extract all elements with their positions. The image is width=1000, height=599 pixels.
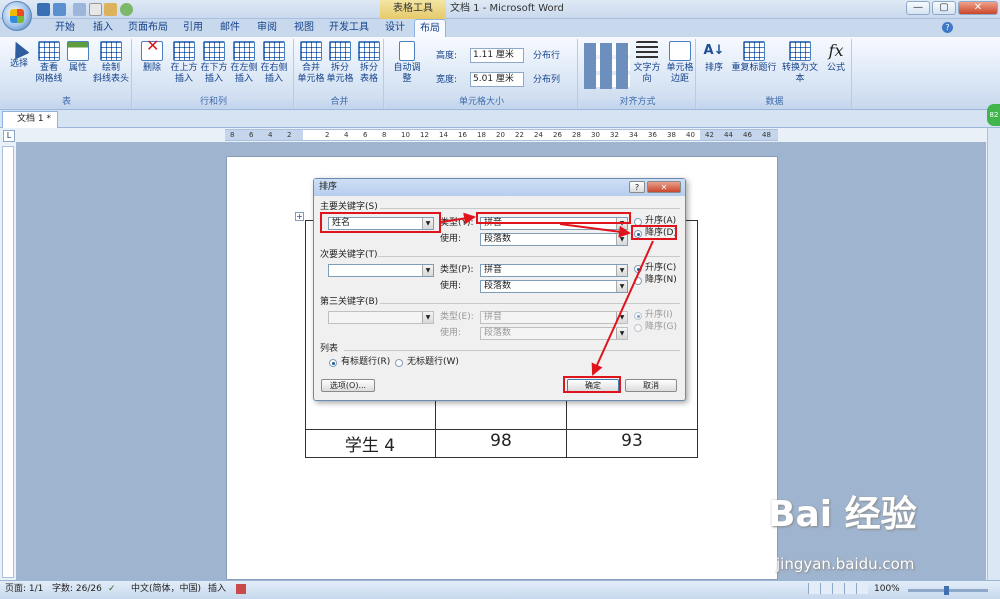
zoom-slider-thumb[interactable] [944,586,949,595]
status-zoom[interactable]: 100% [874,583,900,595]
status-insert-mode[interactable]: 插入 [208,583,226,595]
status-language[interactable]: 中文(简体，中国) [131,583,201,595]
baidu-watermark-logo: Bai 经验 [768,494,917,535]
baidu-watermark-url: jingyan.baidu.com [776,555,915,573]
macro-record-icon[interactable] [236,584,246,594]
office-button[interactable] [2,1,32,31]
arrow-to-ok [591,240,654,376]
arrow-to-descending [559,223,631,238]
arrow-to-type [440,212,476,225]
status-word-count[interactable]: 字数: 26/26 [52,583,102,595]
status-page[interactable]: 页面: 1/1 [5,583,43,595]
office-logo-icon [10,9,24,23]
view-buttons[interactable] [808,583,868,594]
proofing-icon[interactable]: ✓ [108,583,116,595]
